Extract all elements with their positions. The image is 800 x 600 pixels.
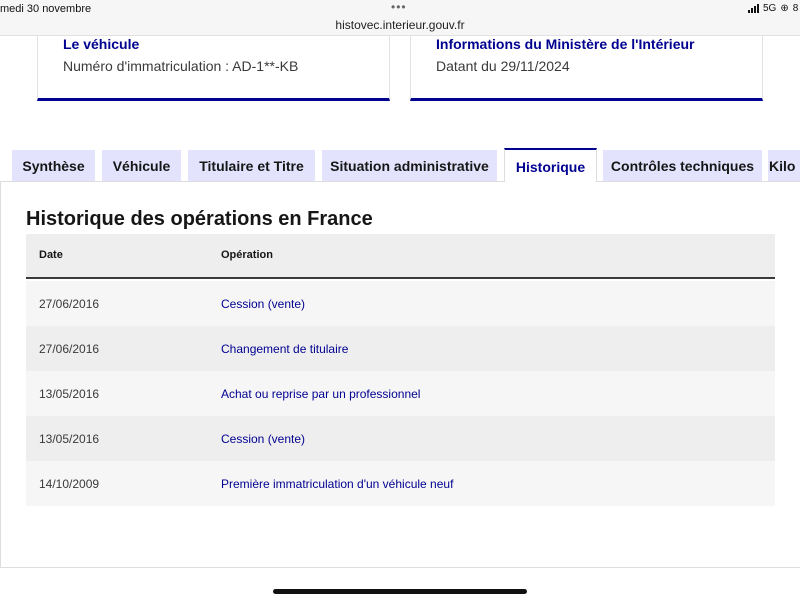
table-row: 27/06/2016 Changement de titulaire (26, 326, 775, 371)
browser-status-bar: medi 30 novembre ••• histovec.interieur.… (0, 0, 800, 36)
ministry-info-card: Informations du Ministère de l'Intérieur… (410, 36, 763, 101)
operation-date: 27/06/2016 (39, 297, 100, 311)
operation-label: Cession (vente) (221, 297, 306, 311)
tab-historique[interactable]: Historique (504, 148, 597, 183)
operation-label: Changement de titulaire (221, 342, 349, 356)
vehicle-card: Le véhicule Numéro d'immatriculation : A… (37, 36, 390, 101)
home-indicator[interactable] (273, 589, 527, 594)
signal-strength-icon (748, 4, 759, 13)
ministry-data-date: Datant du 29/11/2024 (436, 58, 570, 74)
more-dots-icon[interactable]: ••• (391, 1, 407, 13)
tab-kilometrage[interactable]: Kilo (768, 150, 800, 181)
table-row: 27/06/2016 Cession (vente) (26, 281, 775, 326)
table-row: 14/10/2009 Première immatriculation d'un… (26, 461, 775, 506)
operation-date: 13/05/2016 (39, 387, 100, 401)
address-bar-url[interactable]: histovec.interieur.gouv.fr (0, 18, 800, 32)
operation-label: Première immatriculation d'un véhicule n… (221, 477, 454, 491)
operation-label: Cession (vente) (221, 432, 306, 446)
battery-level: 8 (792, 3, 799, 14)
tab-titulaire-titre[interactable]: Titulaire et Titre (188, 150, 315, 181)
table-row: 13/05/2016 Achat ou reprise par un profe… (26, 371, 775, 416)
status-date: medi 30 novembre (0, 3, 92, 15)
ministry-card-title: Informations du Ministère de l'Intérieur (436, 36, 695, 52)
operation-date: 14/10/2009 (39, 477, 100, 491)
tab-controles-techniques[interactable]: Contrôles techniques (603, 150, 762, 181)
tab-synthese[interactable]: Synthèse (12, 150, 95, 181)
network-label: 5G (763, 3, 777, 14)
operation-label: Achat ou reprise par un professionnel (221, 387, 421, 401)
vehicle-plate-number: Numéro d'immatriculation : AD-1**-KB (63, 58, 299, 74)
location-icon: ⊕ (780, 3, 789, 14)
history-table-header: Date Opération (26, 234, 775, 279)
column-header-date: Date (39, 249, 63, 261)
tab-vehicule[interactable]: Véhicule (102, 150, 181, 181)
column-header-operation: Opération (221, 249, 273, 261)
operation-date: 27/06/2016 (39, 342, 100, 356)
vehicle-card-title: Le véhicule (63, 36, 140, 52)
tab-situation-administrative[interactable]: Situation administrative (322, 150, 497, 181)
status-indicators: 5G ⊕ 8 (748, 3, 798, 14)
history-section-title: Historique des opérations en France (26, 208, 373, 230)
table-row: 13/05/2016 Cession (vente) (26, 416, 775, 461)
operation-date: 13/05/2016 (39, 432, 100, 446)
